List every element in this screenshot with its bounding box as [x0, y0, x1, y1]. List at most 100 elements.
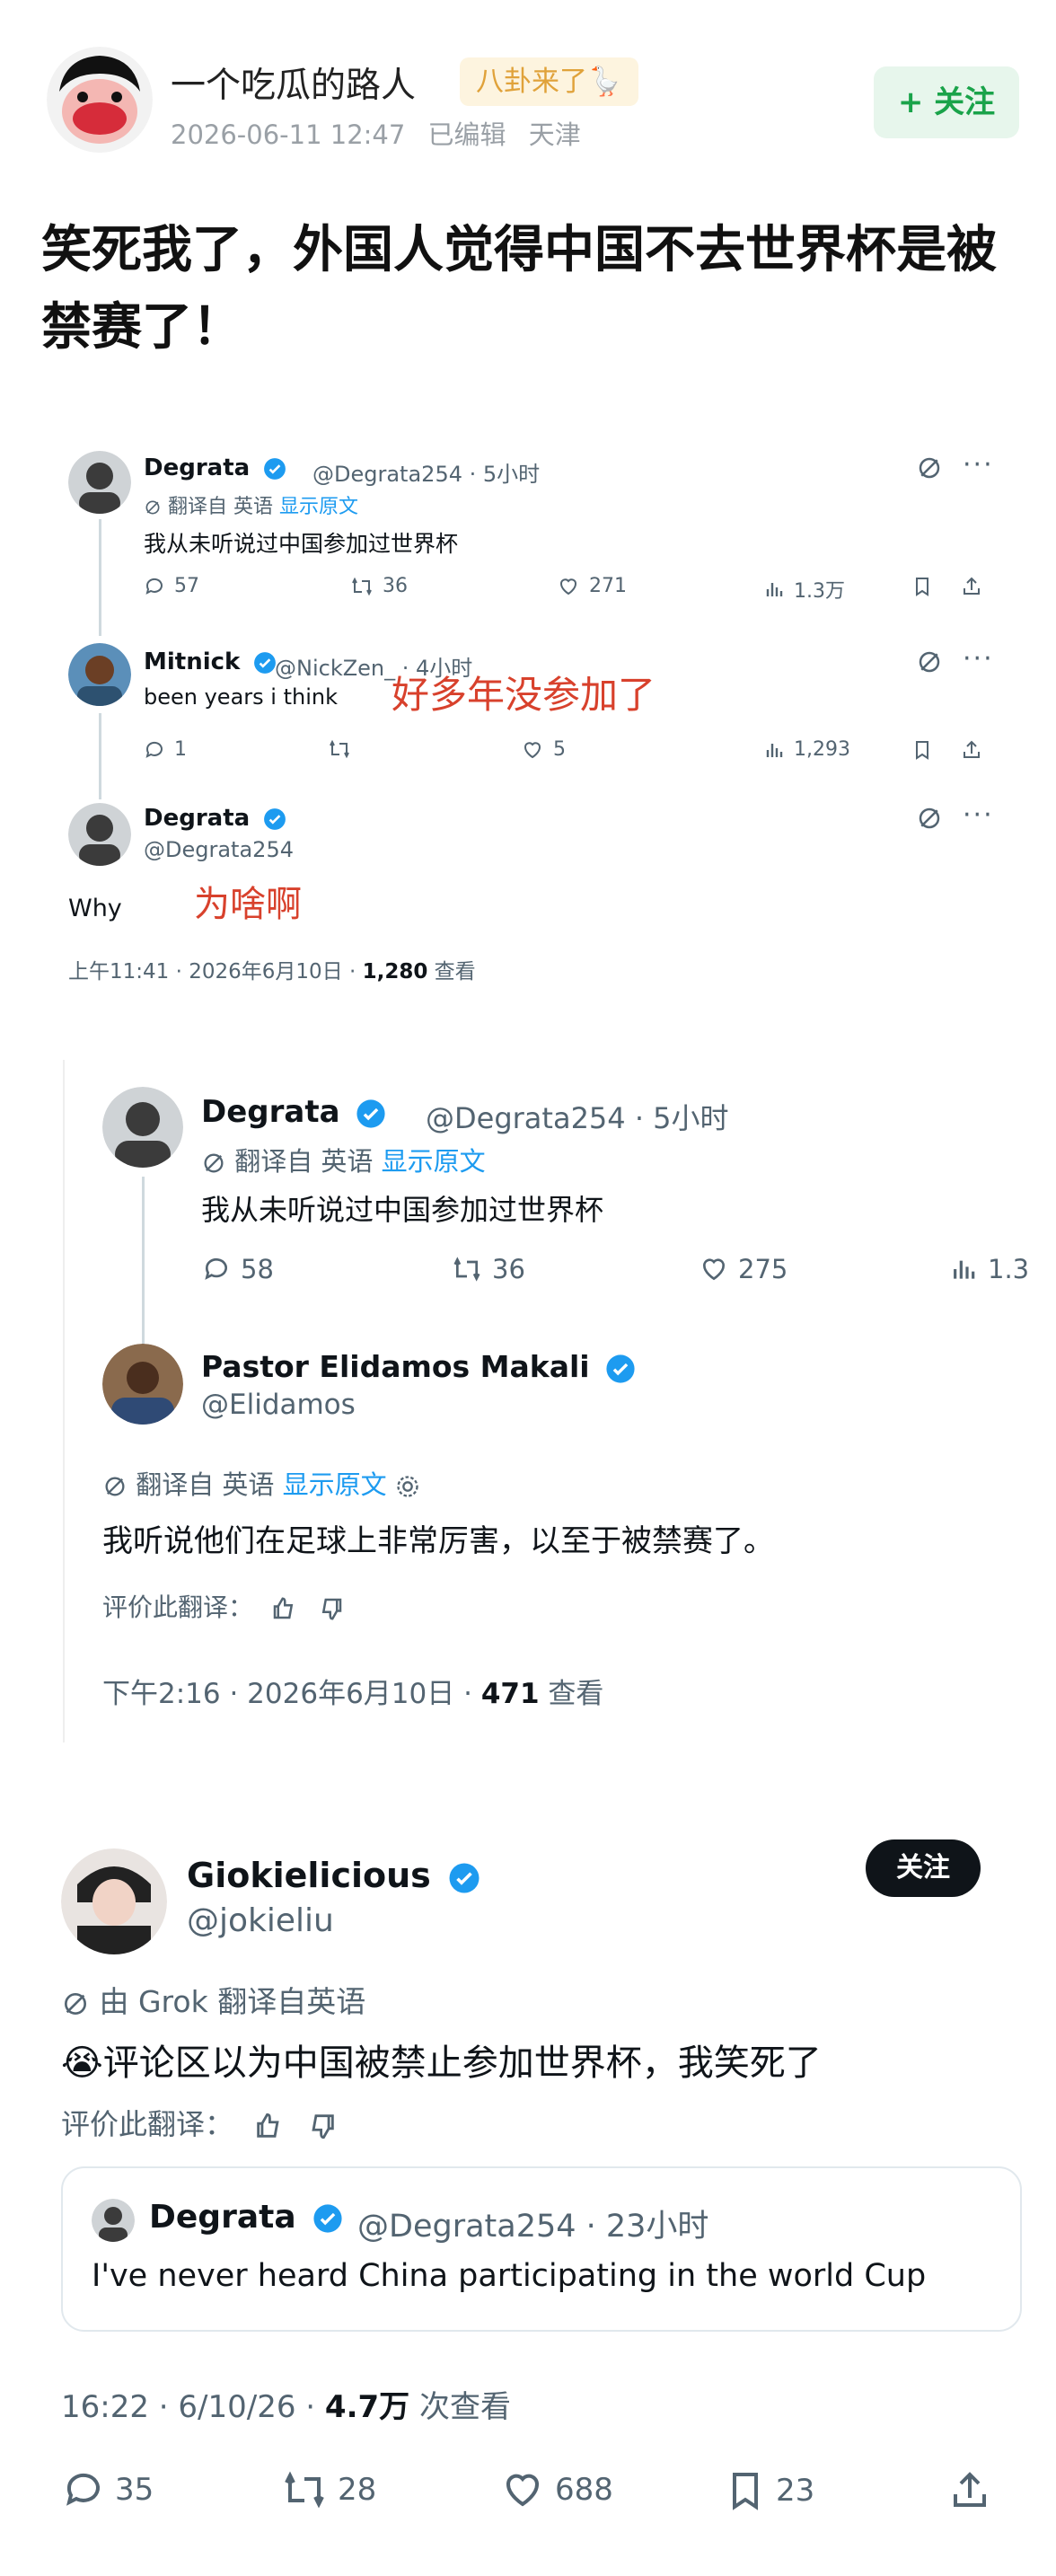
reply-button[interactable]: 57 [144, 575, 199, 597]
tweet-handle[interactable]: @Degrata254 · 5小时 [426, 1096, 729, 1137]
retweet-button[interactable]: 36 [451, 1254, 525, 1284]
author-name[interactable]: Degrata [201, 1094, 340, 1130]
tweet-author[interactable]: Giokielicious [187, 1856, 480, 1895]
avatar[interactable] [61, 1848, 167, 1954]
share-icon[interactable] [961, 575, 991, 598]
tweet-author[interactable]: Degrata [144, 805, 286, 832]
tweet-author[interactable]: Degrata [144, 454, 286, 481]
views-label: 查看 [539, 1678, 604, 1710]
author-avatar[interactable] [47, 47, 153, 153]
bookmark-icon[interactable] [911, 738, 942, 762]
grok-icon[interactable] [916, 805, 943, 835]
verified-badge-icon [264, 457, 286, 480]
like-button[interactable]: 688 [499, 2468, 613, 2511]
show-original-link[interactable]: 显示原文 [382, 1146, 486, 1177]
translation-line: 翻译自 英语 显示原文 [102, 1464, 420, 1502]
tweet-text: Why [68, 895, 122, 922]
tweet-text: 我听说他们在足球上非常厉害，以至于被禁赛了。 [102, 1523, 774, 1559]
tweet-author[interactable]: Mitnick [144, 648, 277, 675]
thumbs-down-icon[interactable] [307, 2111, 338, 2141]
author-name[interactable]: Giokielicious [187, 1856, 431, 1895]
author-name[interactable]: 一个吃瓜的路人 [171, 57, 416, 108]
tweet-author[interactable]: Pastor Elidamos Makali [201, 1349, 636, 1384]
grok-icon[interactable] [916, 648, 943, 679]
post-title: 笑死我了，外国人觉得中国不去世界杯是被禁赛了！ [41, 221, 997, 357]
rate-translation: 评价此翻译： [61, 2102, 338, 2143]
translate-label: 翻译自 英语 [136, 1469, 275, 1500]
avatar[interactable] [68, 643, 131, 706]
post-page: 一个吃瓜的路人 八卦来了🪿 2026-06-11 12:47 已编辑 天津 + … [0, 0, 1056, 2576]
timestamp[interactable]: 上午11:41 · 2026年6月10日 · [68, 960, 363, 984]
more-icon[interactable]: ··· [963, 643, 994, 675]
thumbs-up-icon[interactable] [253, 2111, 284, 2141]
translate-icon [105, 1477, 125, 1496]
tweet-text: 😭评论区以为中国被禁止参加世界杯，我笑死了 [61, 2042, 822, 2084]
author-name[interactable]: Degrata [144, 805, 250, 832]
grok-icon[interactable] [916, 454, 943, 485]
share-icon[interactable] [961, 738, 991, 762]
tweet-text: 我从未听说过中国参加过世界杯 [201, 1193, 604, 1227]
verified-badge-icon [254, 651, 277, 674]
avatar[interactable] [102, 1087, 183, 1168]
topic-tag[interactable]: 八卦来了🪿 [460, 57, 638, 106]
verified-badge-icon [313, 2204, 342, 2233]
thread-line [142, 1177, 145, 1347]
view-count: 4.7万 [324, 2389, 410, 2425]
tweet-footer: 上午11:41 · 2026年6月10日 · 1,280 查看 [68, 954, 476, 984]
quoted-tweet[interactable]: Degrata @Degrata254 · 23小时 I've never he… [61, 2166, 1022, 2332]
author-name: Degrata [149, 2199, 296, 2236]
follow-button[interactable]: + 关注 [874, 66, 1019, 138]
like-button[interactable]: 271 [557, 575, 627, 597]
views-button[interactable]: 1.3 [948, 1254, 1029, 1284]
avatar[interactable] [102, 1344, 183, 1425]
tweet-handle[interactable]: @Elidamos [201, 1389, 356, 1421]
thumbs-up-icon[interactable] [270, 1595, 297, 1622]
bookmark-icon[interactable] [911, 575, 942, 598]
annotation-text: 为啥啊 [194, 884, 302, 925]
follow-button[interactable]: 关注 [866, 1839, 981, 1897]
tweet-footer: 16:22 · 6/10/26 · 4.7万 次查看 [61, 2382, 511, 2426]
tweet-handle[interactable]: @Degrata254 · 5小时 [312, 456, 540, 488]
retweet-button[interactable]: 36 [350, 575, 408, 597]
reply-button[interactable]: 1 [144, 738, 187, 761]
verified-badge-icon [356, 1098, 385, 1128]
views-label: 次查看 [409, 2389, 511, 2425]
translate-label: 翻译自 英语 [234, 1146, 374, 1177]
author-name[interactable]: Degrata [144, 454, 250, 481]
retweet-button[interactable]: 28 [280, 2468, 376, 2511]
settings-gear-icon[interactable] [395, 1474, 420, 1499]
tweet-text: I've never heard China participating in … [92, 2258, 927, 2294]
reply-button[interactable]: 35 [61, 2468, 154, 2511]
tweet-handle[interactable]: @jokieliu [187, 1902, 334, 1939]
timestamp[interactable]: 下午2:16 · 2026年6月10日 · [102, 1678, 481, 1710]
tweet-text: been years i think [144, 684, 338, 710]
bookmark-button[interactable]: 23 [724, 2468, 814, 2513]
avatar[interactable] [68, 803, 131, 866]
author-name[interactable]: Mitnick [144, 648, 240, 675]
more-icon[interactable]: ··· [963, 449, 994, 481]
thumbs-down-icon[interactable] [318, 1595, 345, 1622]
avatar [92, 2199, 135, 2242]
views-label: 查看 [427, 960, 476, 984]
translate-label: 翻译自 英语 [168, 496, 273, 518]
reply-button[interactable]: 58 [201, 1254, 274, 1284]
avatar[interactable] [68, 451, 131, 514]
grok-icon [65, 1992, 86, 2015]
more-icon[interactable]: ··· [963, 799, 994, 831]
like-button[interactable]: 275 [699, 1254, 788, 1284]
views-button[interactable]: 1.3万 [763, 575, 845, 604]
show-original-link[interactable]: 显示原文 [279, 496, 358, 518]
views-button[interactable]: 1,293 [763, 738, 850, 761]
translate-icon [145, 500, 160, 515]
show-original-link[interactable]: 显示原文 [283, 1469, 387, 1500]
tweet-handle[interactable]: @Degrata254 [144, 837, 294, 862]
edited-label: 已编辑 [427, 119, 506, 150]
author-name[interactable]: Pastor Elidamos Makali [201, 1349, 590, 1384]
like-button[interactable]: 5 [521, 738, 566, 761]
retweet-button[interactable] [328, 738, 360, 760]
tweet-text: 我从未听说过中国参加过世界杯 [144, 531, 459, 557]
timestamp[interactable]: 16:22 · 6/10/26 · [61, 2389, 325, 2425]
share-icon[interactable] [948, 2468, 1000, 2513]
tweet-author[interactable]: Degrata [201, 1094, 386, 1130]
translation-line: 翻译自 英语 显示原文 [201, 1141, 486, 1178]
